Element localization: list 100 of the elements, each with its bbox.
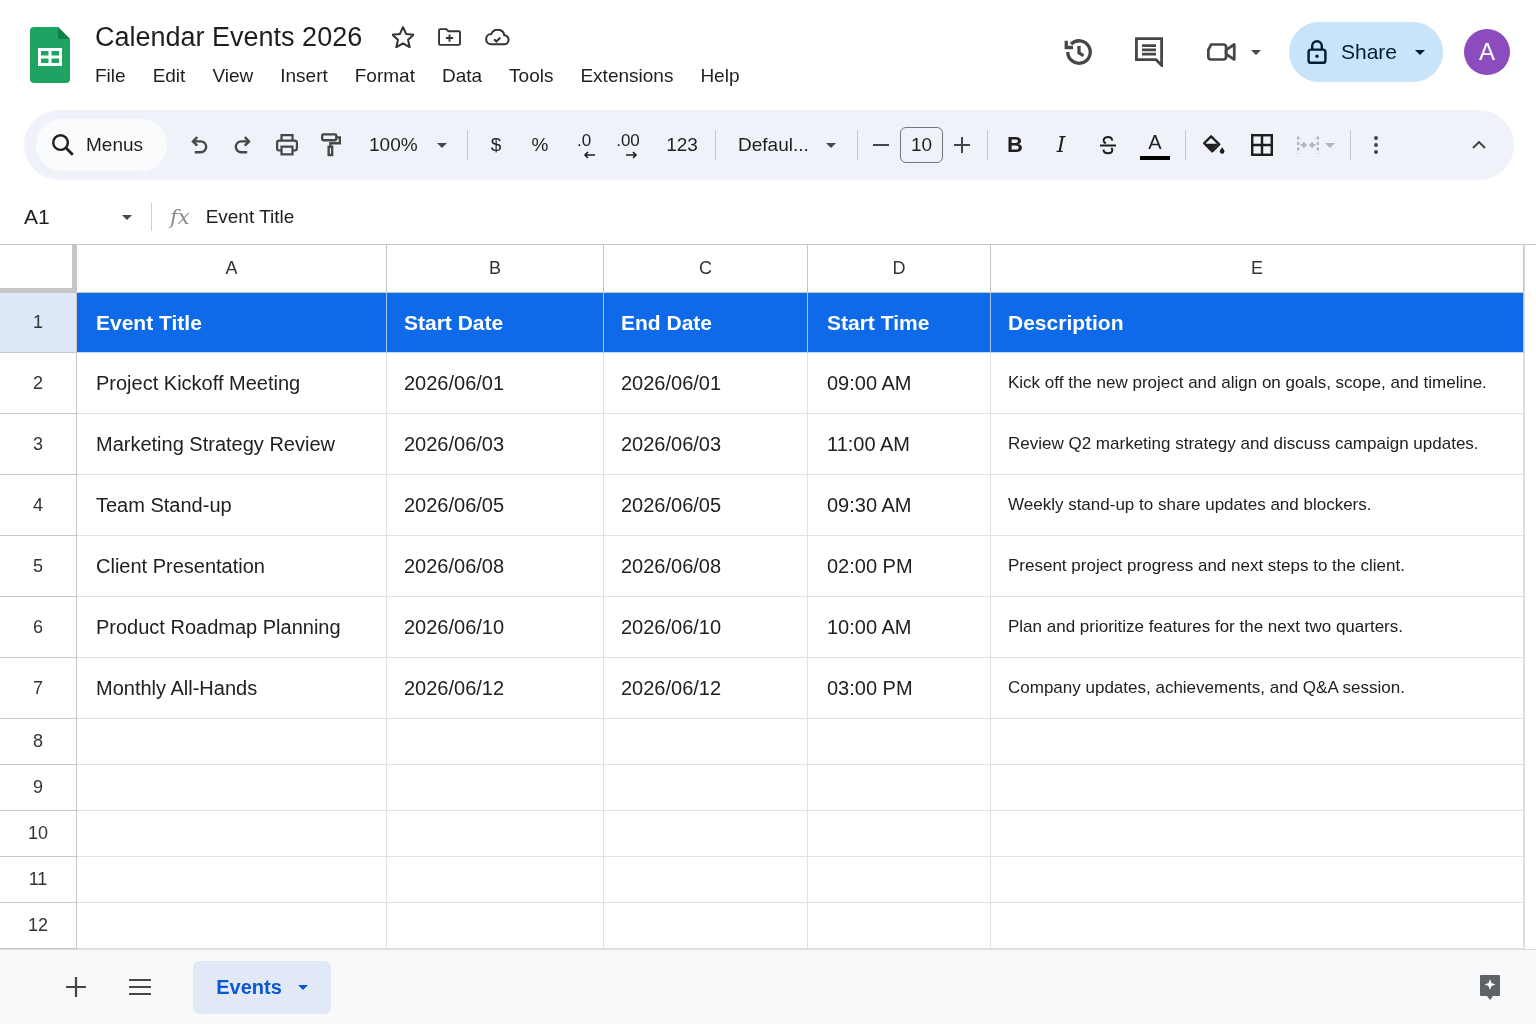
comment-icon[interactable] (1135, 37, 1163, 67)
sparkle-icon[interactable] (1478, 973, 1502, 1001)
empty-cell[interactable] (387, 811, 604, 857)
table-cell[interactable]: 2026/06/08 (387, 536, 604, 597)
paint-roller-icon[interactable] (321, 132, 341, 158)
table-cell[interactable]: 2026/06/05 (387, 475, 604, 536)
name-box[interactable]: A1 (12, 197, 139, 237)
minus-icon[interactable] (873, 144, 889, 146)
empty-cell[interactable] (604, 719, 808, 765)
table-cell[interactable]: Project Kickoff Meeting (77, 353, 387, 414)
bold-button[interactable]: B (993, 123, 1037, 167)
table-cell[interactable]: 2026/06/03 (387, 414, 604, 475)
empty-cell[interactable] (387, 857, 604, 903)
spreadsheet-logo-icon[interactable] (30, 27, 70, 83)
table-cell[interactable]: 2026/06/12 (387, 658, 604, 719)
redo-icon[interactable] (233, 136, 253, 154)
menu-item[interactable]: Help (700, 63, 740, 89)
table-cell[interactable]: 02:00 PM (808, 536, 991, 597)
currency-format-button[interactable]: $ (474, 123, 518, 167)
table-cell[interactable]: 11:00 AM (808, 414, 991, 475)
share-button[interactable]: Share (1289, 22, 1443, 82)
table-cell[interactable]: 10:00 AM (808, 597, 991, 658)
table-cell[interactable]: 2026/06/05 (604, 475, 808, 536)
number-format-button[interactable]: 123 (655, 123, 709, 167)
empty-cell[interactable] (991, 857, 1524, 903)
header-cell[interactable]: Event Title (77, 293, 387, 353)
table-cell[interactable]: Plan and prioritize features for the next two quarters. (991, 597, 1524, 658)
table-cell[interactable]: Review Q2 marketing strategy and discuss campaign updates. (991, 414, 1524, 475)
table-cell[interactable]: Present project progress and next steps to the client. (991, 536, 1524, 597)
table-cell[interactable]: 2026/06/12 (604, 658, 808, 719)
menu-item[interactable]: Extensions (580, 63, 674, 89)
table-cell[interactable]: Product Roadmap Planning (77, 597, 387, 658)
menu-item[interactable]: View (212, 63, 254, 89)
plus-icon[interactable] (954, 137, 970, 153)
italic-button[interactable]: I (1039, 123, 1083, 167)
menu-item[interactable]: Insert (280, 63, 328, 89)
list-icon[interactable] (129, 979, 151, 995)
row-header[interactable]: 6 (0, 597, 77, 658)
chevron-up-icon[interactable] (1472, 141, 1486, 149)
empty-cell[interactable] (808, 857, 991, 903)
percent-format-button[interactable]: % (518, 123, 562, 167)
menu-item[interactable]: Format (354, 63, 415, 89)
empty-cell[interactable] (808, 765, 991, 811)
menu-item[interactable]: Tools (509, 63, 554, 89)
folder-plus-icon[interactable] (438, 28, 462, 46)
menu-item[interactable]: File (95, 63, 126, 89)
empty-cell[interactable] (604, 811, 808, 857)
table-cell[interactable]: Marketing Strategy Review (77, 414, 387, 475)
formula-field[interactable]: Event Title (205, 206, 295, 228)
empty-cell[interactable] (991, 719, 1524, 765)
row-header[interactable]: 11 (0, 857, 77, 903)
plus-icon[interactable] (66, 977, 86, 997)
row-header[interactable]: 5 (0, 536, 77, 597)
row-header[interactable]: 7 (0, 658, 77, 719)
text-color-button[interactable]: A (1133, 123, 1177, 167)
increase-decimals-button[interactable]: .00 (606, 123, 650, 167)
table-cell[interactable]: 2026/06/08 (604, 536, 808, 597)
empty-cell[interactable] (808, 811, 991, 857)
table-cell[interactable]: Team Stand-up (77, 475, 387, 536)
empty-cell[interactable] (387, 765, 604, 811)
print-icon[interactable] (275, 134, 299, 156)
header-cell[interactable]: End Date (604, 293, 808, 353)
table-cell[interactable]: 2026/06/10 (387, 597, 604, 658)
decrease-decimals-button[interactable]: .0 (562, 123, 606, 167)
row-header[interactable]: 4 (0, 475, 77, 536)
table-cell[interactable]: Weekly stand-up to share updates and blockers. (991, 475, 1524, 536)
avatar[interactable]: A (1464, 29, 1510, 75)
menu-item[interactable]: Edit (152, 63, 186, 89)
table-cell[interactable]: 03:00 PM (808, 658, 991, 719)
empty-cell[interactable] (604, 765, 808, 811)
header-cell[interactable]: Start Time (808, 293, 991, 353)
row-header[interactable]: 9 (0, 765, 77, 811)
table-cell[interactable]: 2026/06/03 (604, 414, 808, 475)
borders-icon[interactable] (1251, 134, 1273, 156)
row-header[interactable]: 1 (0, 293, 77, 353)
empty-cell[interactable] (604, 857, 808, 903)
empty-cell[interactable] (808, 719, 991, 765)
row-header[interactable]: 2 (0, 353, 77, 414)
table-cell[interactable]: Monthly All-Hands (77, 658, 387, 719)
table-cell[interactable]: 09:00 AM (808, 353, 991, 414)
more-vertical-icon[interactable] (1374, 136, 1378, 154)
zoom-select[interactable]: 100% (357, 123, 455, 167)
row-header[interactable]: 3 (0, 414, 77, 475)
table-cell[interactable]: 09:30 AM (808, 475, 991, 536)
star-icon[interactable] (392, 26, 415, 48)
table-cell[interactable]: 2026/06/01 (387, 353, 604, 414)
table-cell[interactable]: 2026/06/01 (604, 353, 808, 414)
empty-cell[interactable] (991, 811, 1524, 857)
sheet-tab[interactable]: Events (193, 960, 331, 1014)
header-cell[interactable]: Start Date (387, 293, 604, 353)
undo-icon[interactable] (189, 136, 209, 154)
table-cell[interactable]: Company updates, achievements, and Q&A session. (991, 658, 1524, 719)
font-size-field[interactable]: 10 (900, 127, 943, 163)
header-cell[interactable]: Description (991, 293, 1524, 353)
empty-cell[interactable] (387, 719, 604, 765)
history-icon[interactable] (1064, 37, 1094, 67)
document-title[interactable]: Calendar Events 2026 (95, 19, 363, 55)
table-cell[interactable]: Kick off the new project and align on goals, scope, and timeline. (991, 353, 1524, 414)
font-select[interactable]: Defaul... (725, 123, 845, 167)
table-cell[interactable]: 2026/06/10 (604, 597, 808, 658)
